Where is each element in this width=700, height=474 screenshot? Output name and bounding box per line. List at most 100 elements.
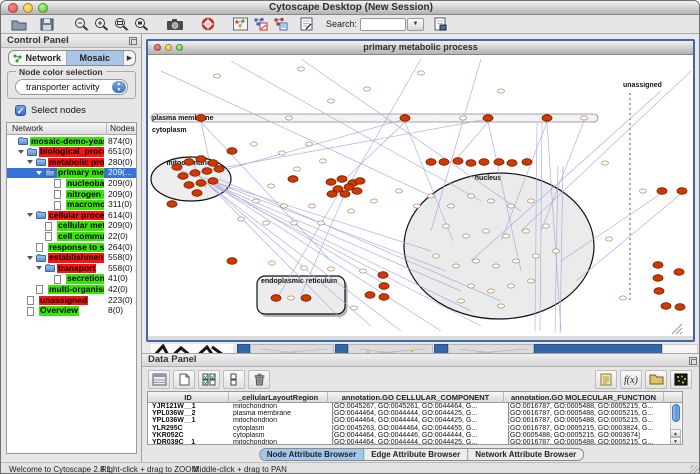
network-node[interactable] xyxy=(473,259,480,263)
column-header[interactable] xyxy=(664,392,683,403)
network-node-selected[interactable] xyxy=(326,179,336,186)
tab-network-attribute-browser[interactable]: Network Attribute Browser xyxy=(468,449,583,460)
network-node[interactable] xyxy=(528,279,535,283)
network-node-selected[interactable] xyxy=(483,115,493,122)
column-header[interactable]: annotation.GO CELLULAR_COMPONENT xyxy=(328,392,504,403)
float-panel-icon[interactable] xyxy=(129,37,137,45)
tree-row-transport[interactable]: transport558(0) xyxy=(7,263,136,274)
network-node-selected[interactable] xyxy=(190,170,200,177)
network-node-selected[interactable] xyxy=(677,188,687,195)
network-node-selected[interactable] xyxy=(654,288,664,295)
network-node-selected[interactable] xyxy=(378,272,388,279)
network-node[interactable] xyxy=(263,221,270,225)
network-node[interactable] xyxy=(533,254,540,258)
network-node[interactable] xyxy=(453,264,460,268)
network-node-selected[interactable] xyxy=(172,164,182,171)
network-node-selected[interactable] xyxy=(453,158,463,165)
network-node[interactable] xyxy=(286,116,293,120)
expand-arrow-icon[interactable] xyxy=(27,160,33,164)
tree-row-cellular-process[interactable]: cellular process614(0) xyxy=(7,210,136,221)
network-node[interactable] xyxy=(418,71,425,75)
scroll-down-icon[interactable]: ▼ xyxy=(670,437,681,445)
network-view-window[interactable]: primary metabolic process plasma membran… xyxy=(146,39,695,342)
tree-row-overview[interactable]: Overview8(0) xyxy=(7,306,136,317)
network-node[interactable] xyxy=(606,237,613,241)
network-node[interactable] xyxy=(238,217,245,221)
network-node[interactable] xyxy=(269,261,276,265)
table-row[interactable]: YKR052Ccytoplasm[GO:0044464, GO:0044446,… xyxy=(148,432,682,439)
network-node[interactable] xyxy=(371,199,378,203)
resize-grip[interactable] xyxy=(690,465,700,474)
tree-row-metabolic-process[interactable]: metabolic process280(0) xyxy=(7,157,136,168)
tree-row-unassigned[interactable]: unassigned223(0) xyxy=(7,295,136,306)
expand-arrow-icon[interactable] xyxy=(27,256,33,260)
network-node-selected[interactable] xyxy=(355,178,365,185)
annotation-icon[interactable] xyxy=(296,16,316,33)
network-node[interactable] xyxy=(581,116,588,120)
network-node-selected[interactable] xyxy=(542,115,552,122)
network-node[interactable] xyxy=(328,267,335,271)
network-node-selected[interactable] xyxy=(674,269,684,276)
network-node[interactable] xyxy=(543,224,550,228)
tree-row-primary-metabo[interactable]: primary metabo209(... xyxy=(7,168,136,179)
zoom-fit-icon[interactable] xyxy=(111,16,131,33)
network-node[interactable] xyxy=(279,151,286,155)
network-node-selected[interactable] xyxy=(271,295,281,302)
network-node-selected[interactable] xyxy=(214,166,224,173)
table-row[interactable]: YLR295Ccytoplasm[GO:0045263, GO:0044464,… xyxy=(148,425,682,432)
network-node-selected[interactable] xyxy=(196,180,206,187)
network-node[interactable] xyxy=(458,299,465,303)
matrix-icon[interactable] xyxy=(670,370,692,389)
network-node-selected[interactable] xyxy=(400,115,410,122)
network-node-selected[interactable] xyxy=(178,173,188,180)
zoom-in-icon[interactable] xyxy=(91,16,111,33)
tree-col-network[interactable]: Network xyxy=(12,123,43,133)
attribute-table-icon[interactable] xyxy=(148,370,170,389)
tab-mosaic[interactable]: Mosaic xyxy=(67,51,125,65)
tree-row-establishment-of-lo[interactable]: establishment of lo558(0) xyxy=(7,253,136,264)
scrollbar-thumb[interactable] xyxy=(672,404,680,422)
table-row[interactable]: YPL036W__1mitochondrion[GO:0044464, GO:0… xyxy=(148,417,682,424)
network-window-titlebar[interactable]: primary metabolic process xyxy=(148,41,693,55)
network-node-selected[interactable] xyxy=(327,191,337,198)
network-node[interactable] xyxy=(508,284,515,288)
select-attributes-icon[interactable] xyxy=(198,370,220,389)
tree-row-secretion[interactable]: secretion41(0) xyxy=(7,274,136,285)
network-node-selected[interactable] xyxy=(653,275,663,282)
network-node[interactable] xyxy=(508,204,515,208)
network-node-selected[interactable] xyxy=(352,188,362,195)
network-node-selected[interactable] xyxy=(340,191,350,198)
network-node-selected[interactable] xyxy=(661,303,671,310)
network-node[interactable] xyxy=(318,221,325,225)
network-node-selected[interactable] xyxy=(675,304,685,311)
open-session-icon[interactable] xyxy=(9,16,29,33)
export-network-icon[interactable] xyxy=(270,16,290,33)
tab-node-attribute-browser[interactable]: Node Attribute Browser xyxy=(260,449,365,460)
network-node-selected[interactable] xyxy=(439,159,449,166)
network-node[interactable] xyxy=(396,189,403,193)
network-node-selected[interactable] xyxy=(227,258,237,265)
network-node[interactable] xyxy=(498,304,505,308)
network-node[interactable] xyxy=(360,269,367,273)
network-node-selected[interactable] xyxy=(202,168,212,175)
table-row[interactable]: YPL036W__2plasma membrane[GO:0044464, GO… xyxy=(148,410,682,417)
tree-row-biological-process[interactable]: biological_process651(0) xyxy=(7,147,136,158)
search-dropdown-icon[interactable]: ▼ xyxy=(407,18,424,31)
network-node-selected[interactable] xyxy=(227,148,237,155)
network-node-selected[interactable] xyxy=(507,160,517,167)
network-node-selected[interactable] xyxy=(337,176,347,183)
network-node[interactable] xyxy=(448,204,455,208)
tree-row-mosaic-demo-yeast[interactable]: mosaic-demo-yeast874(0) xyxy=(7,136,136,147)
network-node-selected[interactable] xyxy=(167,201,177,208)
network-node-selected[interactable] xyxy=(379,283,389,290)
column-header[interactable]: _cellularLayoutRegion xyxy=(229,392,328,403)
network-node[interactable] xyxy=(428,194,435,198)
network-node-selected[interactable] xyxy=(184,182,194,189)
network-node-selected[interactable] xyxy=(479,159,489,166)
expand-arrow-icon[interactable] xyxy=(36,171,42,175)
tree-row-macromolecule[interactable]: macromolecule311(0) xyxy=(7,200,136,211)
network-node[interactable] xyxy=(414,204,421,208)
float-panel-icon[interactable] xyxy=(689,357,697,365)
network-node[interactable] xyxy=(640,189,647,193)
network-node[interactable] xyxy=(488,199,495,203)
